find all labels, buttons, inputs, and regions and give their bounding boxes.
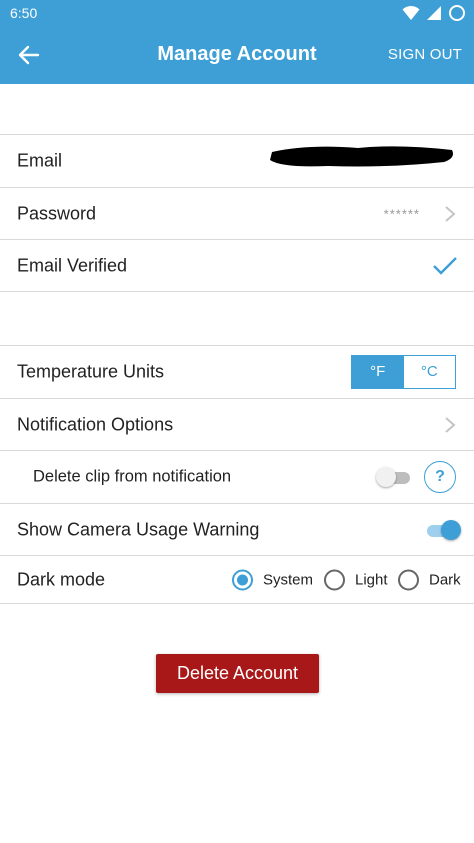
delete-clip-row: Delete clip from notification ?: [0, 450, 474, 502]
signal-icon: [427, 6, 441, 20]
radio-unselected-icon: [324, 569, 345, 590]
status-icons: [402, 4, 466, 22]
temperature-unit-selector: °F °C: [351, 354, 456, 389]
help-button[interactable]: ?: [424, 460, 456, 493]
battery-icon: [449, 5, 465, 21]
email-verified-label: Email Verified: [17, 255, 128, 275]
delete-clip-label: Delete clip from notification: [33, 467, 232, 485]
camera-warning-label: Show Camera Usage Warning: [17, 519, 260, 539]
dark-mode-light-radio[interactable]: Light: [324, 569, 388, 590]
dark-mode-dark-label: Dark: [429, 571, 461, 588]
chevron-right-icon: [445, 416, 456, 433]
redacted-email-value: [270, 146, 453, 167]
toggle-knob: [441, 519, 461, 540]
arrow-back-icon[interactable]: [16, 42, 42, 68]
chevron-right-icon: [445, 205, 456, 222]
dark-mode-light-label: Light: [355, 571, 388, 588]
divider: [0, 603, 474, 604]
password-label: Password: [17, 203, 97, 223]
celsius-option[interactable]: °C: [403, 355, 455, 388]
dark-mode-row: Dark mode System Light Dark: [0, 555, 474, 603]
toggle-knob: [376, 466, 396, 487]
temperature-units-row: Temperature Units °F °C: [0, 345, 474, 397]
radio-selected-icon: [232, 569, 253, 590]
status-bar: 6:50: [0, 0, 474, 26]
password-row[interactable]: Password ******: [0, 187, 474, 239]
divider: [0, 291, 474, 292]
delete-account-button[interactable]: Delete Account: [156, 654, 319, 693]
email-label: Email: [17, 150, 63, 170]
notification-options-label: Notification Options: [17, 414, 174, 434]
camera-warning-row: Show Camera Usage Warning: [0, 503, 474, 555]
sign-out-button[interactable]: SIGN OUT: [388, 46, 462, 63]
radio-unselected-icon: [398, 569, 419, 590]
wifi-icon: [402, 5, 420, 20]
status-time: 6:50: [10, 5, 38, 21]
notification-options-row[interactable]: Notification Options: [0, 398, 474, 450]
delete-clip-toggle[interactable]: [376, 466, 412, 488]
password-value: ******: [383, 206, 420, 221]
dark-mode-system-label: System: [263, 571, 314, 588]
check-icon: [433, 256, 457, 275]
dark-mode-system-radio[interactable]: System: [232, 569, 313, 590]
dark-mode-label: Dark mode: [17, 569, 106, 589]
temperature-units-label: Temperature Units: [17, 361, 165, 381]
camera-warning-toggle[interactable]: [425, 519, 461, 541]
email-verified-row: Email Verified: [0, 239, 474, 291]
app-bar: Manage Account SIGN OUT: [0, 26, 474, 84]
dark-mode-dark-radio[interactable]: Dark: [398, 569, 461, 590]
fahrenheit-option[interactable]: °F: [352, 355, 404, 388]
